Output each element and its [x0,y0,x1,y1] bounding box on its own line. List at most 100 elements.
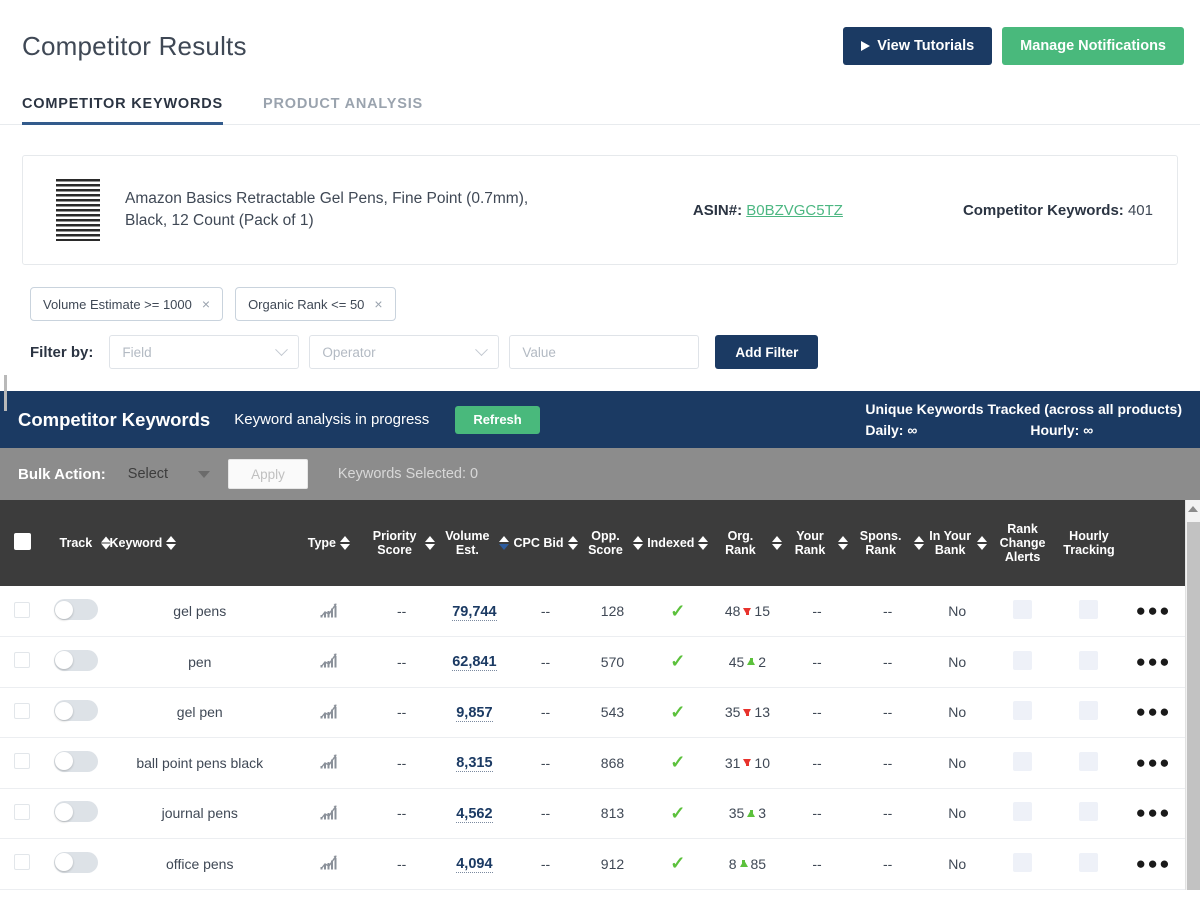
cell-select[interactable] [0,838,45,890]
rank-alert-checkbox[interactable] [1013,802,1033,822]
cell-row-menu[interactable]: ●●● [1121,788,1185,839]
cell-rank-change-alerts[interactable] [988,838,1057,890]
cell-volume-est[interactable]: 4,562 [437,788,512,839]
sort-icon[interactable] [166,536,177,550]
cell-row-menu[interactable]: ●●● [1121,636,1185,688]
row-checkbox[interactable] [14,601,31,618]
cell-hourly-tracking[interactable] [1056,636,1122,688]
th-select-all[interactable] [0,500,45,586]
apply-button[interactable]: Apply [228,459,308,489]
sort-icon[interactable] [772,536,783,550]
scrollbar-thumb[interactable] [1187,522,1200,890]
row-checkbox[interactable] [14,652,31,669]
cell-hourly-tracking[interactable] [1056,586,1122,637]
cell-row-menu[interactable]: ●●● [1121,586,1185,637]
cell-row-menu[interactable]: ●●● [1121,737,1185,789]
refresh-button[interactable]: Refresh [455,405,540,434]
cell-select[interactable] [0,687,45,738]
cell-row-menu[interactable]: ●●● [1121,687,1185,738]
rank-alert-checkbox[interactable] [1013,852,1033,872]
track-toggle[interactable] [53,801,98,823]
th-keyword[interactable]: Keyword [100,500,292,586]
hourly-tracking-checkbox[interactable] [1079,852,1099,872]
cell-hourly-tracking[interactable] [1056,788,1122,839]
cell-rank-change-alerts[interactable] [988,737,1057,789]
view-tutorials-button[interactable]: View Tutorials [843,27,993,65]
cell-volume-est[interactable]: 79,744 [437,586,512,637]
sort-icon[interactable] [425,536,436,550]
row-checkbox[interactable] [14,753,31,770]
cell-volume-est[interactable]: 4,094 [437,838,512,890]
sort-icon[interactable] [698,536,709,550]
sort-icon[interactable] [340,536,351,550]
rank-alert-checkbox[interactable] [1013,701,1033,721]
tab-competitor-keywords[interactable]: COMPETITOR KEYWORDS [22,90,224,125]
filter-operator-select[interactable]: Operator [309,335,500,369]
th-cpc-bid[interactable]: CPC Bid [511,500,580,586]
cell-hourly-tracking[interactable] [1056,687,1122,738]
sort-icon[interactable] [567,536,578,550]
th-org-rank[interactable]: Org. Rank [710,500,785,586]
track-toggle[interactable] [53,750,98,772]
track-toggle[interactable] [53,599,98,620]
cell-select[interactable] [0,636,45,688]
sort-icon[interactable] [976,536,987,550]
cell-rank-change-alerts[interactable] [988,788,1057,839]
add-filter-button[interactable]: Add Filter [715,335,819,369]
row-checkbox[interactable] [14,702,31,719]
tab-product-analysis[interactable]: PRODUCT ANALYSIS [263,90,423,124]
cell-track[interactable] [44,687,108,738]
more-options-icon[interactable]: ●●● [1136,854,1171,873]
hourly-tracking-checkbox[interactable] [1079,751,1099,771]
volume-est-link[interactable]: 4,094 [456,856,493,874]
sort-icon-active[interactable] [499,536,510,550]
vertical-scrollbar[interactable] [1185,500,1200,890]
cell-track[interactable] [44,636,108,688]
th-in-your-bank[interactable]: In Your Bank [925,500,989,586]
th-indexed[interactable]: Indexed [645,500,711,586]
hourly-tracking-checkbox[interactable] [1079,802,1099,822]
row-checkbox[interactable] [14,854,31,871]
cell-track[interactable] [44,586,108,637]
filter-chip-volume-estimate[interactable]: Volume Estimate >= 1000 × [30,287,224,321]
cell-hourly-tracking[interactable] [1056,737,1122,789]
cell-hourly-tracking[interactable] [1056,838,1122,890]
scroll-up-arrow-icon[interactable] [1188,506,1198,512]
track-toggle[interactable] [53,649,98,671]
track-toggle[interactable] [53,700,98,722]
select-all-checkbox[interactable] [13,533,31,550]
track-toggle[interactable] [53,851,98,873]
sort-icon[interactable] [837,536,848,550]
cell-track[interactable] [44,788,108,839]
th-volume-est[interactable]: Volume Est. [437,500,512,586]
sort-icon[interactable] [633,536,644,550]
close-icon[interactable]: × [374,297,382,311]
volume-est-link[interactable]: 9,857 [456,704,493,722]
cell-rank-change-alerts[interactable] [988,687,1057,738]
filter-chip-organic-rank[interactable]: Organic Rank <= 50 × [235,287,396,321]
volume-est-link[interactable]: 79,744 [452,603,497,621]
filter-field-select[interactable]: Field [109,335,300,369]
volume-est-link[interactable]: 8,315 [456,755,493,773]
cell-select[interactable] [0,737,45,789]
hourly-tracking-checkbox[interactable] [1079,600,1099,619]
th-opp-score[interactable]: Opp. Score [579,500,646,586]
close-icon[interactable]: × [202,297,210,311]
th-priority-score[interactable]: Priority Score [365,500,438,586]
more-options-icon[interactable]: ●●● [1136,601,1171,620]
more-options-icon[interactable]: ●●● [1136,702,1171,721]
cell-volume-est[interactable]: 8,315 [437,737,512,789]
hourly-tracking-checkbox[interactable] [1079,701,1099,721]
cell-volume-est[interactable]: 9,857 [437,687,512,738]
rank-alert-checkbox[interactable] [1013,600,1033,619]
th-your-rank[interactable]: Your Rank [784,500,850,586]
more-options-icon[interactable]: ●●● [1136,803,1171,822]
row-checkbox[interactable] [14,803,31,820]
cell-rank-change-alerts[interactable] [988,636,1057,688]
th-spons-rank[interactable]: Spons. Rank [849,500,926,586]
horizontal-scroll-indicator[interactable] [4,375,7,411]
cell-select[interactable] [0,586,45,637]
volume-est-link[interactable]: 4,562 [456,805,493,823]
manage-notifications-button[interactable]: Manage Notifications [1002,27,1184,65]
sort-icon[interactable] [100,536,111,550]
